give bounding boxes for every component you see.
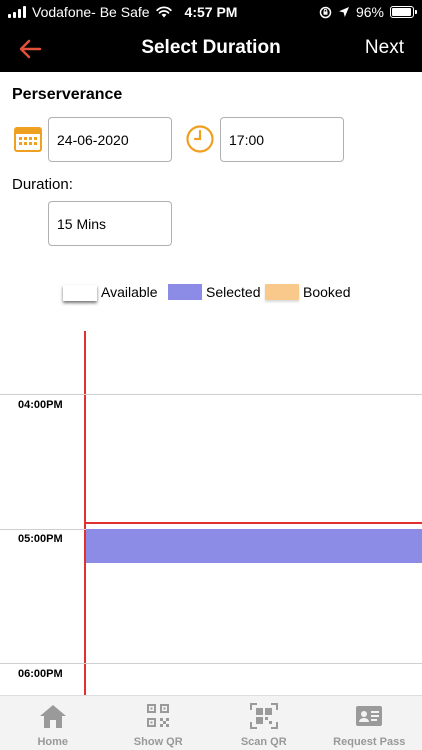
tab-home[interactable]: Home [0,696,106,750]
orientation-lock-icon [319,6,332,18]
tab-request-pass[interactable]: Request Pass [317,696,422,750]
nav-bar: Select Duration Next [0,26,422,72]
hour-line-4pm [0,394,422,395]
tab-show-qr-label: Show QR [133,736,183,748]
tab-bar: Home Show QR Scan QR Request Pass [0,695,422,750]
tab-scan-qr[interactable]: Scan QR [211,696,317,750]
selected-slot[interactable] [86,529,422,563]
duration-field[interactable]: 15 Mins [48,201,172,246]
time-field[interactable]: 17:00 [220,117,344,162]
hour-line-6pm [0,663,422,664]
location-arrow-icon [338,7,349,17]
status-right: 96% [319,4,417,20]
scan-qr-icon [249,703,278,729]
legend-label-available: Available [101,284,158,300]
next-button[interactable]: Next [365,37,404,59]
hour-label-4pm: 04:00PM [18,399,63,411]
battery-percent: 96% [355,4,384,20]
page-title: Select Duration [141,37,281,58]
duration-label: Duration: [12,176,73,193]
legend-label-selected: Selected [206,284,261,300]
clock-icon[interactable] [185,124,215,154]
date-field[interactable]: 24-06-2020 [48,117,172,162]
timeline-axis-line [84,331,86,695]
legend-label-booked: Booked [303,284,351,300]
timeline[interactable]: 04:00PM 05:00PM 06:00PM [0,300,422,695]
section-title: Perserverance [12,86,123,103]
battery-icon [390,6,417,18]
tab-request-pass-label: Request Pass [333,736,406,748]
home-icon [39,705,66,728]
current-time-line [84,522,422,524]
tab-home-label: Home [37,736,69,748]
tab-show-qr[interactable]: Show QR [106,696,212,750]
legend-swatch-selected [168,284,202,300]
status-bar: Vodafone- Be Safe 4:57 PM 96% [0,0,422,26]
qr-code-icon [147,704,170,727]
hour-label-6pm: 06:00PM [18,668,63,680]
legend-swatch-available [63,285,97,301]
hour-label-5pm: 05:00PM [18,533,63,545]
tab-scan-qr-label: Scan QR [240,736,287,748]
calendar-icon[interactable] [13,124,43,154]
legend-swatch-booked [265,284,299,300]
id-card-icon [356,706,383,726]
